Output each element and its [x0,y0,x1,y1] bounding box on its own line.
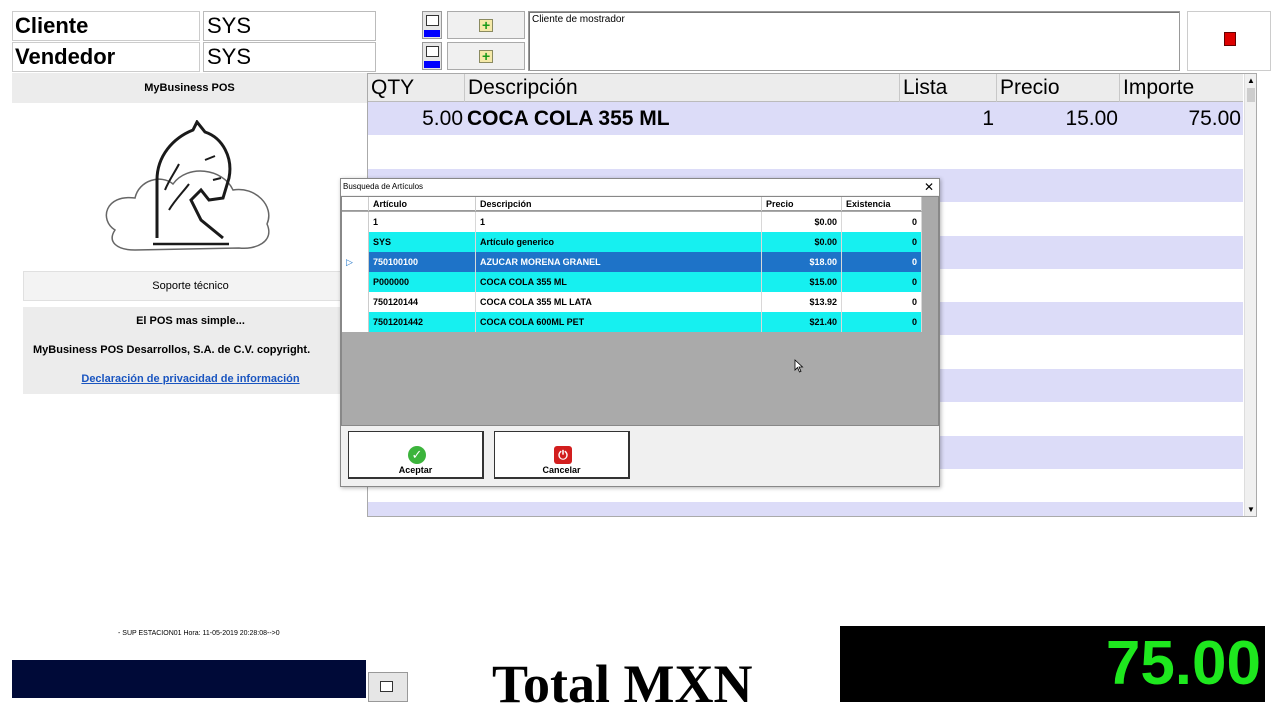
accept-label: Aceptar [398,465,433,475]
article-stock: 0 [842,272,922,292]
article-price: $0.00 [762,212,842,232]
article-stock: 0 [842,312,922,332]
col-qty[interactable]: QTY [368,74,465,102]
article-stock: 0 [842,232,922,252]
article-row[interactable]: 750120144 COCA COLA 355 ML LATA $13.92 0 [342,292,922,312]
col-list[interactable]: Lista [900,74,997,102]
row-selector-header [342,197,369,211]
col-article-description[interactable]: Descripción [476,197,762,211]
seller-label: Vendedor [12,42,200,72]
client-search-button[interactable] [422,11,442,39]
article-description: AZUCAR MORENA GRANEL [476,252,762,272]
power-icon: ⏻ [554,446,572,464]
article-description: Artículo generico [476,232,762,252]
article-row-selected[interactable]: ▷ 750100100 AZUCAR MORENA GRANEL $18.00 … [342,252,922,272]
article-code: 7501201442 [369,312,476,332]
cursor-icon [794,359,804,373]
support-button[interactable]: Soporte técnico [23,271,358,301]
seller-search-button[interactable] [422,42,442,70]
grid-row-empty [368,502,1243,516]
cancel-label: Cancelar [542,465,581,475]
scroll-up-icon[interactable]: ▲ [1247,76,1255,85]
article-description: COCA COLA 600ML PET [476,312,762,332]
client-field[interactable]: SYS [203,11,376,41]
article-code: P000000 [369,272,476,292]
col-article-stock[interactable]: Existencia [842,197,922,211]
scroll-down-icon[interactable]: ▼ [1247,505,1255,514]
article-price: $18.00 [762,252,842,272]
search-icon [380,681,393,692]
copyright: MyBusiness POS Desarrollos, S.A. de C.V.… [33,344,311,356]
cell-list: 1 [982,107,994,130]
article-code: 750100100 [369,252,476,272]
article-price: $15.00 [762,272,842,292]
client-notes[interactable]: Cliente de mostrador [528,11,1180,71]
seller-add-button[interactable] [447,42,525,70]
cell-qty: 5.00 [422,107,463,130]
exit-door-icon [1224,32,1236,46]
close-icon[interactable]: ✕ [924,179,934,195]
article-description: 1 [476,212,762,232]
col-article-price[interactable]: Precio [762,197,842,211]
product-search-button[interactable] [368,672,408,702]
client-label: Cliente [12,11,200,41]
search-dialog[interactable]: Busqueda de Artículos ✕ Artículo Descrip… [340,178,940,487]
article-price: $21.40 [762,312,842,332]
article-stock: 0 [842,252,922,272]
article-code: 1 [369,212,476,232]
article-description: COCA COLA 355 ML [476,272,762,292]
row-selector-current[interactable]: ▷ [342,252,369,272]
add-icon [479,48,493,64]
article-code: 750120144 [369,292,476,312]
seller-field[interactable]: SYS [203,42,376,72]
col-description[interactable]: Descripción [465,74,900,102]
cancel-button[interactable]: ⏻ Cancelar [494,431,630,479]
article-row[interactable]: P000000 COCA COLA 355 ML $15.00 0 [342,272,922,292]
article-grid-header: Artículo Descripción Precio Existencia [342,197,922,211]
total-value: 75.00 [1105,629,1261,698]
cell-price: 15.00 [1065,107,1118,130]
article-row[interactable]: SYS Artículo generico $0.00 0 [342,232,922,252]
article-code: SYS [369,232,476,252]
cell-description: COCA COLA 355 ML [467,107,670,130]
col-article[interactable]: Artículo [369,197,476,211]
exit-button[interactable] [1187,11,1271,71]
row-selector[interactable] [342,232,369,252]
row-selector[interactable] [342,212,369,232]
row-selector[interactable] [342,292,369,312]
search-icon [426,15,439,26]
slogan: El POS mas simple... [136,315,245,327]
row-selector[interactable] [342,272,369,292]
check-icon: ✓ [408,446,426,464]
grid-scrollbar[interactable]: ▲ ▼ [1244,74,1256,516]
client-add-button[interactable] [447,11,525,39]
sales-grid-header: QTY Descripción Lista Precio Importe [368,74,1243,102]
row-selector[interactable] [342,312,369,332]
article-description: COCA COLA 355 ML LATA [476,292,762,312]
cell-amount: 75.00 [1188,107,1241,130]
barcode-input[interactable] [12,660,366,698]
total-label: Total MXN [492,654,753,714]
article-price: $0.00 [762,232,842,252]
add-icon [479,17,493,33]
table-row[interactable]: 5.00 COCA COLA 355 ML 1 15.00 75.00 [368,102,1243,135]
col-amount[interactable]: Importe [1120,74,1243,102]
scroll-thumb[interactable] [1247,88,1255,102]
article-stock: 0 [842,292,922,312]
article-row[interactable]: 7501201442 COCA COLA 600ML PET $21.40 0 [342,312,922,332]
panel-title: MyBusiness POS [12,73,367,103]
accept-button[interactable]: ✓ Aceptar [348,431,484,479]
col-price[interactable]: Precio [997,74,1120,102]
privacy-link[interactable]: Declaración de privacidad de información [23,373,358,385]
info-box: El POS mas simple... MyBusiness POS Desa… [23,307,341,394]
dialog-title: Busqueda de Artículos [341,179,939,195]
article-stock: 0 [842,212,922,232]
article-price: $13.92 [762,292,842,312]
status-text: - SUP ESTACION01 Hora: 11-05-2019 20:28:… [118,630,280,637]
search-icon [426,46,439,57]
logo-horse [105,120,270,251]
article-grid[interactable]: Artículo Descripción Precio Existencia 1… [341,196,939,426]
total-display: 75.00 [840,626,1265,702]
article-row[interactable]: 1 1 $0.00 0 [342,212,922,232]
